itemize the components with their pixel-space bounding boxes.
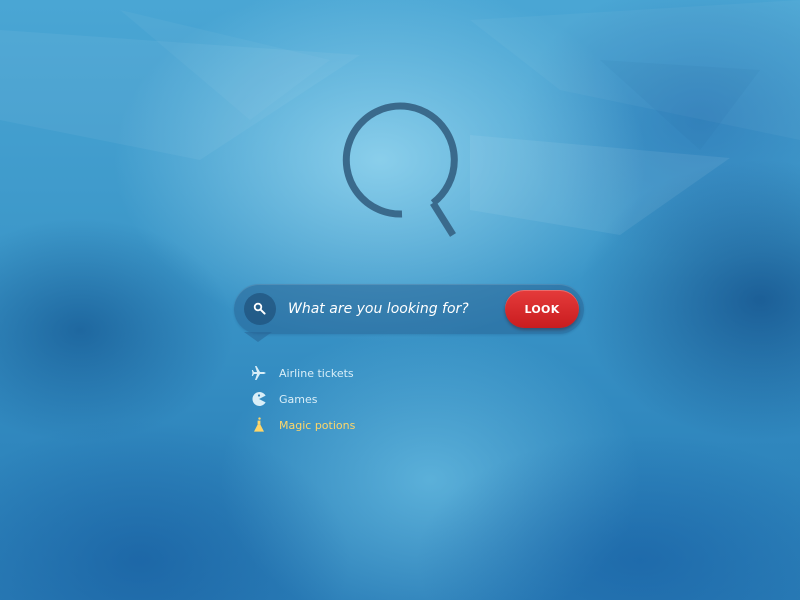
airplane-icon: [250, 364, 268, 382]
suggestion-label: Magic potions: [279, 418, 356, 432]
suggestion-games[interactable]: Games: [250, 386, 450, 412]
logo: [340, 98, 470, 240]
search-bar-pointer: [244, 332, 272, 342]
suggestion-airline-tickets[interactable]: Airline tickets: [250, 360, 450, 386]
search-input[interactable]: [288, 294, 498, 324]
potion-flask-icon: [250, 416, 268, 434]
search-bar: LOOK: [234, 284, 584, 342]
suggestion-magic-potions[interactable]: Magic potions: [250, 412, 450, 438]
look-button[interactable]: LOOK: [505, 290, 579, 328]
suggestion-label: Games: [279, 392, 318, 406]
pacman-icon: [250, 390, 268, 408]
q-magnifier-icon: [342, 102, 458, 237]
suggestion-list: Airline tickets Games Magic potions: [250, 360, 450, 438]
suggestion-label: Airline tickets: [279, 366, 354, 380]
search-icon-button[interactable]: [244, 293, 276, 325]
search-icon: [253, 302, 266, 315]
